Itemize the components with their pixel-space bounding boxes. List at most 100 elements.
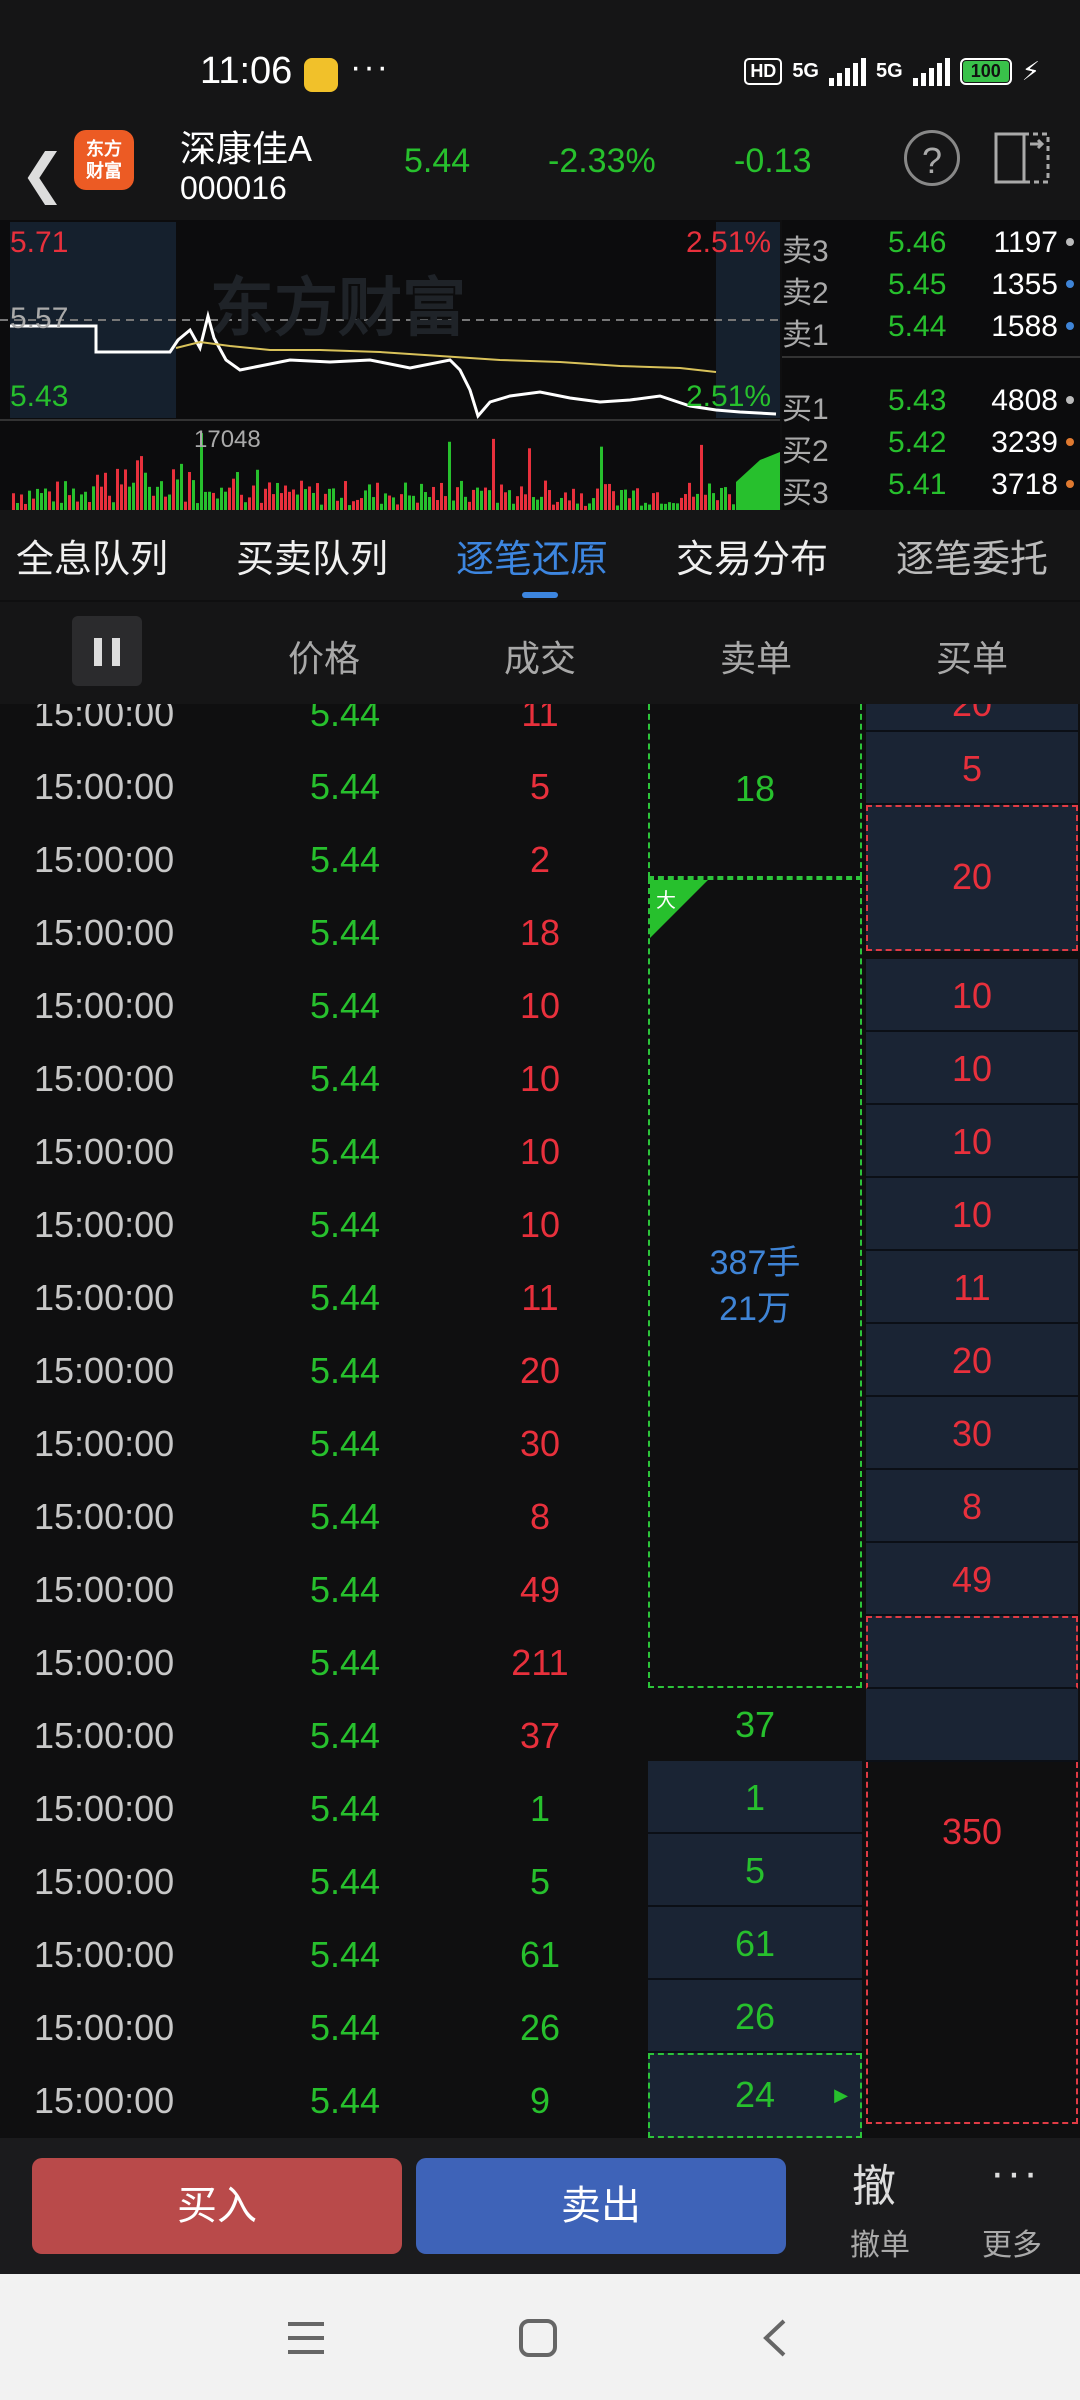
volume-bar xyxy=(568,500,571,510)
sell-order-61[interactable]: 61 xyxy=(648,1907,862,1980)
volume-bar xyxy=(40,493,43,510)
home-icon[interactable] xyxy=(518,2318,558,2358)
ask-row[interactable]: 卖1 5.44 1588 xyxy=(782,304,1080,352)
volume-bar xyxy=(384,493,387,510)
signal-icon xyxy=(829,57,866,86)
battery-icon: 100 xyxy=(959,58,1012,85)
buy-order-tile[interactable] xyxy=(866,1689,1078,1762)
volume-bar xyxy=(708,483,711,510)
sell-order-18[interactable]: 18 xyxy=(648,704,862,878)
ask-row[interactable]: 卖3 5.46 1197 xyxy=(782,220,1080,268)
volume-bar xyxy=(388,495,391,510)
trade-time: 15:00:00 xyxy=(34,766,175,807)
volume-bar xyxy=(56,481,59,510)
bid-row[interactable]: 买2 5.42 3239 xyxy=(782,420,1080,468)
volume-bar xyxy=(484,487,487,510)
volume-bar xyxy=(240,494,243,510)
buy-order-cell[interactable]: 10 xyxy=(866,1105,1078,1178)
volume-bar xyxy=(696,493,699,510)
sell-button[interactable]: 卖出 xyxy=(416,2158,786,2254)
buy-order-cell[interactable]: 20 xyxy=(866,1324,1078,1397)
volume-bar xyxy=(148,486,151,510)
volume-bar xyxy=(532,497,535,510)
volume-bar xyxy=(672,503,675,510)
help-icon[interactable]: ? xyxy=(904,130,960,186)
volume-bar xyxy=(60,502,63,510)
stock-name: 深康佳A xyxy=(180,128,313,169)
volume-bar xyxy=(456,487,459,510)
buy-order-cell[interactable]: 11 xyxy=(866,1251,1078,1324)
back-nav-icon[interactable] xyxy=(756,2318,796,2358)
pause-button[interactable] xyxy=(72,616,142,686)
volume-bar xyxy=(480,490,483,510)
volume-bar xyxy=(544,480,547,510)
volume-bar xyxy=(292,489,295,510)
buy-order-20[interactable]: 20 xyxy=(866,805,1078,951)
trade-price: 5.44 xyxy=(309,1788,381,1829)
volume-bar xyxy=(312,492,315,510)
buy-order-tile[interactable] xyxy=(866,1616,1078,1689)
ask-row[interactable]: 卖2 5.45 1355 xyxy=(782,262,1080,310)
volume-bar xyxy=(152,495,155,510)
sell-order-1[interactable]: 1 xyxy=(648,1761,862,1834)
volume-bar xyxy=(572,488,575,510)
trade-volume: 5 xyxy=(529,766,551,807)
trade-volume: 2 xyxy=(529,839,551,880)
volume-bar xyxy=(128,486,131,510)
volume-bar xyxy=(304,489,307,510)
buy-button[interactable]: 买入 xyxy=(32,2158,402,2254)
sell-order-5[interactable]: 5 xyxy=(648,1834,862,1907)
tab-trade-distribution[interactable]: 交易分布 xyxy=(676,528,828,583)
volume-bar xyxy=(12,493,15,510)
cancel-order-icon[interactable]: 撤 xyxy=(852,2150,896,2214)
volume-bar xyxy=(236,472,239,510)
volume-bar xyxy=(700,444,703,510)
trade-time: 15:00:00 xyxy=(34,1788,175,1829)
volume-bar xyxy=(192,480,195,510)
network-5g-label-2: 5G xyxy=(876,60,903,82)
buy-order-cell[interactable]: 10 xyxy=(866,959,1078,1032)
sell-order-big[interactable]: 大 387手 21万 xyxy=(648,878,862,1688)
tab-full-queue[interactable]: 全息队列 xyxy=(16,528,168,583)
sell-order-26[interactable]: 26 xyxy=(648,1980,862,2053)
trade-price: 5.44 xyxy=(309,704,381,734)
tab-tick-restore[interactable]: 逐笔还原 xyxy=(456,528,608,583)
volume-bar xyxy=(108,495,111,510)
active-tab-indicator xyxy=(522,592,558,598)
buy-order-350[interactable]: 350 xyxy=(866,1762,1078,2124)
recent-apps-icon[interactable] xyxy=(286,2318,326,2358)
buy-order-5[interactable]: 5 xyxy=(866,732,1078,805)
buy-order-cell[interactable]: 10 xyxy=(866,1178,1078,1251)
volume-bar xyxy=(224,491,227,510)
cancel-order-label[interactable]: 撤单 xyxy=(850,2220,910,2264)
more-icon[interactable]: ··· xyxy=(990,2148,1040,2198)
tab-tick-orders[interactable]: 逐笔委托 xyxy=(896,528,1048,583)
volume-bar xyxy=(100,486,103,510)
chart-watermark: 东方财富 xyxy=(210,272,466,346)
intraday-chart[interactable]: 东方财富 5.71 5.57 5.43 2.51% 2.51% 17048 xyxy=(0,220,780,510)
volume-bar xyxy=(496,502,499,510)
buy-order-cell[interactable]: 10 xyxy=(866,1032,1078,1105)
volume-bar xyxy=(596,488,599,510)
bid-row[interactable]: 买3 5.41 3718 xyxy=(782,462,1080,510)
split-screen-icon[interactable] xyxy=(994,130,1050,186)
tick-table[interactable]: 15:00:00 5.44 11 15:00:00 5.44 5 15:00:00 5.44 2… xyxy=(0,704,1080,2138)
buy-order-partial[interactable]: 20 xyxy=(866,704,1078,732)
trade-price: 5.44 xyxy=(309,1058,381,1099)
volume-bar xyxy=(604,484,607,510)
more-label[interactable]: 更多 xyxy=(982,2220,1042,2264)
sell-order-24[interactable]: 24 ▶ xyxy=(648,2053,862,2138)
sell-order-37[interactable]: 37 xyxy=(648,1688,862,1761)
buy-order-cell[interactable]: 49 xyxy=(866,1543,1078,1616)
tab-bid-ask-queue[interactable]: 买卖队列 xyxy=(236,528,388,583)
current-price: 5.44 xyxy=(404,142,471,180)
volume-bar xyxy=(428,497,431,510)
buy-order-cell[interactable]: 30 xyxy=(866,1397,1078,1470)
bid-row[interactable]: 买1 5.43 4808 xyxy=(782,378,1080,426)
volume-bar xyxy=(28,490,31,510)
buy-order-cell[interactable]: 8 xyxy=(866,1470,1078,1543)
volume-bar xyxy=(124,469,127,510)
trade-price: 5.44 xyxy=(309,912,381,953)
more-notifications-icon: ··· xyxy=(350,48,390,86)
back-icon[interactable]: ❮ xyxy=(20,142,65,205)
